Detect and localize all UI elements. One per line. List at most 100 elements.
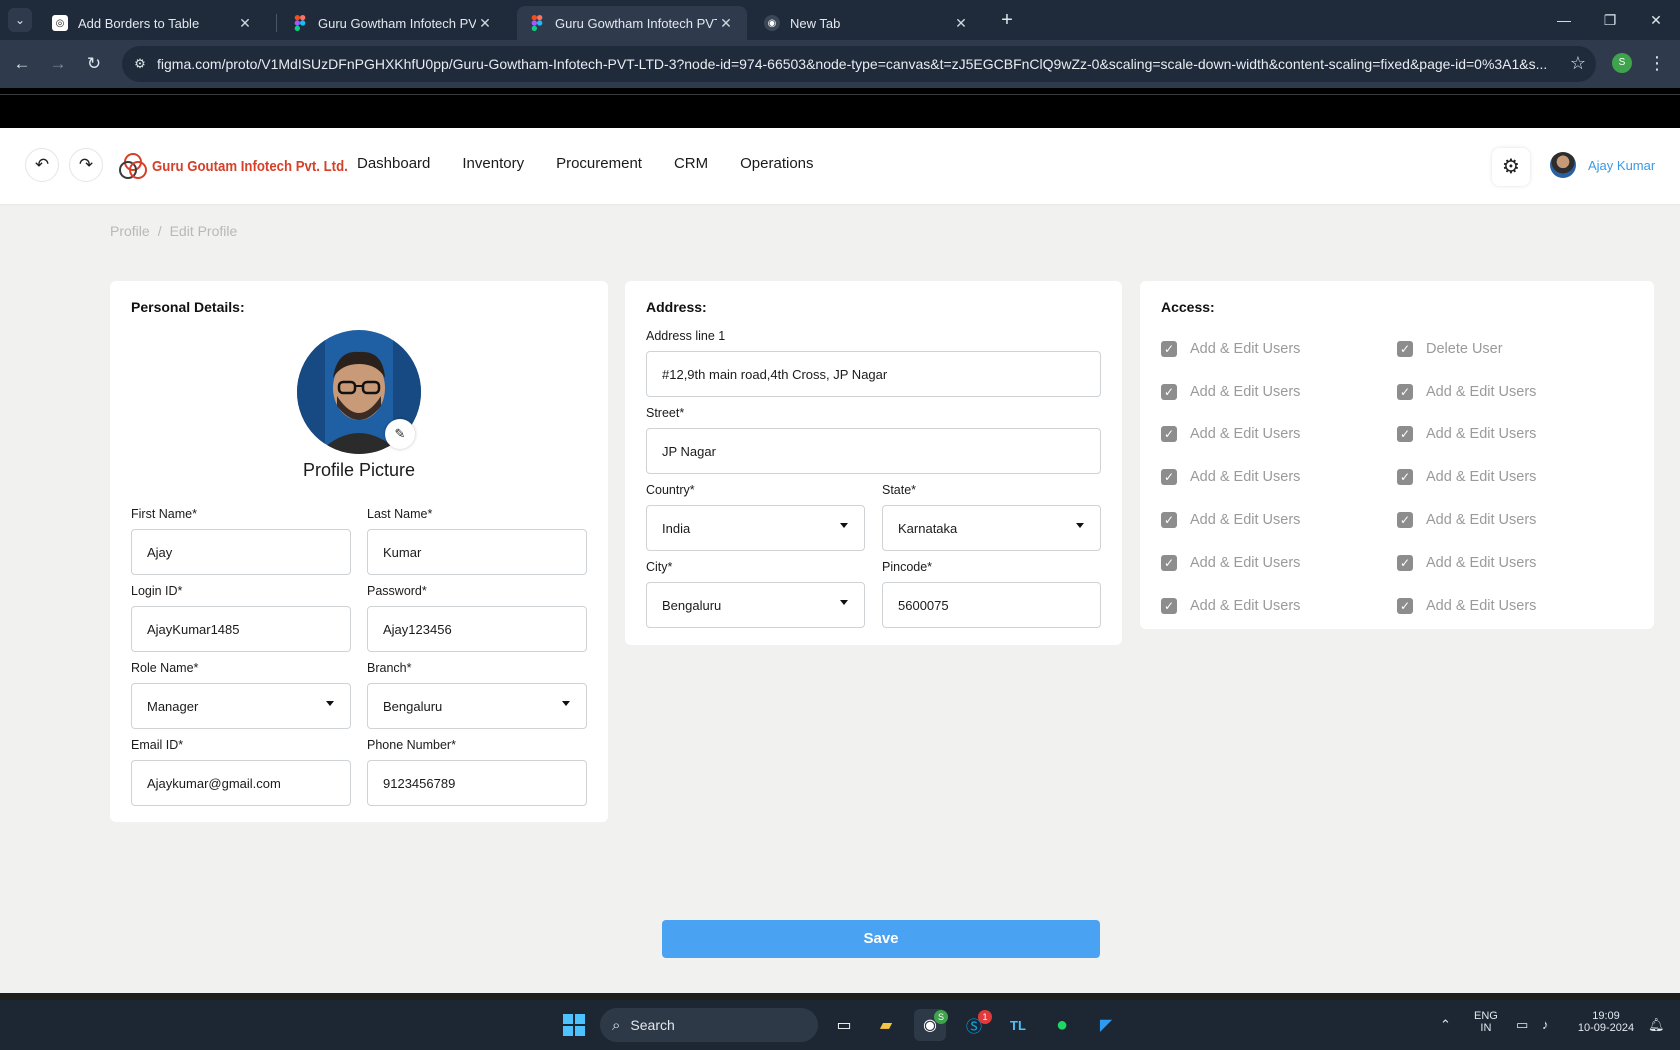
- close-tab-icon[interactable]: ✕: [236, 15, 254, 32]
- nav-inventory[interactable]: Inventory: [462, 155, 524, 172]
- access-checkbox-right-2[interactable]: ✓ Add & Edit Users: [1397, 384, 1536, 400]
- checkbox-checked-icon[interactable]: ✓: [1161, 598, 1177, 614]
- restore-icon[interactable]: ❐: [1590, 8, 1630, 32]
- password-value: Ajay123456: [383, 621, 452, 637]
- address-line1-value: #12,9th main road,4th Cross, JP Nagar: [662, 366, 888, 382]
- app-canvas: ↶ ↷ Guru Goutam Infotech Pvt. Ltd. Dashb…: [0, 128, 1680, 993]
- access-checkbox-right-1[interactable]: ✓ Delete User: [1397, 341, 1503, 357]
- access-checkbox-right-3[interactable]: ✓ Add & Edit Users: [1397, 426, 1536, 442]
- phone-input[interactable]: 9123456789: [367, 760, 587, 806]
- city-label: City*: [646, 560, 673, 574]
- login-id-label: Login ID*: [131, 584, 183, 598]
- checkbox-checked-icon[interactable]: ✓: [1397, 426, 1413, 442]
- vscode-icon[interactable]: ◤: [1090, 1009, 1122, 1041]
- windows-start-icon[interactable]: [558, 1009, 590, 1041]
- access-checkbox-right-5[interactable]: ✓ Add & Edit Users: [1397, 512, 1536, 528]
- volume-icon[interactable]: ♪: [1542, 1017, 1549, 1032]
- new-tab-plus-icon[interactable]: +: [996, 10, 1018, 32]
- access-checkbox-right-6[interactable]: ✓ Add & Edit Users: [1397, 555, 1536, 571]
- task-view-icon[interactable]: ▭: [828, 1009, 860, 1041]
- checkbox-checked-icon[interactable]: ✓: [1397, 384, 1413, 400]
- spotify-icon[interactable]: ●: [1046, 1009, 1078, 1041]
- street-input[interactable]: JP Nagar: [646, 428, 1101, 474]
- checkbox-checked-icon[interactable]: ✓: [1397, 469, 1413, 485]
- network-icon[interactable]: ▭: [1516, 1017, 1528, 1033]
- notification-bell-icon[interactable]: 🔔︎: [1648, 1017, 1665, 1033]
- nav-crm[interactable]: CRM: [674, 155, 708, 172]
- access-checkbox-left-3[interactable]: ✓ Add & Edit Users: [1161, 426, 1300, 442]
- address-line1-input[interactable]: #12,9th main road,4th Cross, JP Nagar: [646, 351, 1101, 397]
- checkbox-checked-icon[interactable]: ✓: [1397, 598, 1413, 614]
- nav-dashboard[interactable]: Dashboard: [357, 155, 430, 172]
- city-select[interactable]: Bengaluru: [646, 582, 865, 628]
- close-tab-icon[interactable]: ✕: [952, 15, 970, 32]
- access-checkbox-left-7[interactable]: ✓ Add & Edit Users: [1161, 598, 1300, 614]
- company-logo[interactable]: Guru Goutam Infotech Pvt. Ltd.: [118, 150, 375, 182]
- browser-tab-1[interactable]: ◎ Add Borders to Table ✕: [40, 6, 266, 40]
- checkbox-checked-icon[interactable]: ✓: [1397, 512, 1413, 528]
- checkbox-checked-icon[interactable]: ✓: [1161, 426, 1177, 442]
- access-checkbox-left-5[interactable]: ✓ Add & Edit Users: [1161, 512, 1300, 528]
- country-select[interactable]: India: [646, 505, 865, 551]
- user-avatar[interactable]: [1550, 152, 1576, 178]
- browser-tab-2[interactable]: Guru Gowtham Infotech PVT LTD ✕: [280, 6, 506, 40]
- url-text[interactable]: figma.com/proto/V1MdISUzDFnPGHXKhfU0pp/G…: [157, 56, 1557, 72]
- nav-operations[interactable]: Operations: [740, 155, 813, 172]
- browser-tab-3-active[interactable]: Guru Gowtham Infotech PVT LTD ✕: [517, 6, 747, 40]
- access-checkbox-left-1[interactable]: ✓ Add & Edit Users: [1161, 341, 1300, 357]
- settings-gear-icon[interactable]: ⚙: [1492, 148, 1530, 186]
- breadcrumb-profile[interactable]: Profile: [110, 223, 150, 239]
- address-bar[interactable]: ⚙ figma.com/proto/V1MdISUzDFnPGHXKhfU0pp…: [122, 46, 1596, 82]
- close-window-icon[interactable]: ✕: [1636, 8, 1676, 32]
- access-label: Add & Edit Users: [1190, 469, 1301, 485]
- forward-arrow-icon[interactable]: →: [46, 52, 70, 76]
- pincode-input[interactable]: 5600075: [882, 582, 1101, 628]
- country-label: Country*: [646, 483, 695, 497]
- reload-icon[interactable]: ↻: [82, 52, 106, 76]
- close-tab-icon[interactable]: ✕: [476, 15, 494, 32]
- checkbox-checked-icon[interactable]: ✓: [1161, 384, 1177, 400]
- site-settings-icon[interactable]: ⚙: [130, 54, 150, 74]
- undo-icon[interactable]: ↶: [25, 148, 59, 182]
- checkbox-checked-icon[interactable]: ✓: [1397, 555, 1413, 571]
- browser-menu-icon[interactable]: ⋮: [1648, 52, 1666, 74]
- login-id-input[interactable]: AjayKumar1485: [131, 606, 351, 652]
- file-explorer-icon[interactable]: ▰: [870, 1009, 902, 1041]
- state-select[interactable]: Karnataka: [882, 505, 1101, 551]
- access-label: Add & Edit Users: [1190, 341, 1301, 357]
- checkbox-checked-icon[interactable]: ✓: [1161, 555, 1177, 571]
- checkbox-checked-icon[interactable]: ✓: [1397, 341, 1413, 357]
- save-button[interactable]: Save: [662, 920, 1100, 958]
- edit-pencil-icon[interactable]: ✎: [385, 419, 415, 449]
- access-checkbox-left-4[interactable]: ✓ Add & Edit Users: [1161, 469, 1300, 485]
- clock[interactable]: 19:09 10-09-2024: [1572, 1010, 1640, 1034]
- access-checkbox-left-2[interactable]: ✓ Add & Edit Users: [1161, 384, 1300, 400]
- access-checkbox-right-4[interactable]: ✓ Add & Edit Users: [1397, 469, 1536, 485]
- tray-overflow-chevron-icon[interactable]: ⌃: [1440, 1017, 1451, 1033]
- password-input[interactable]: Ajay123456: [367, 606, 587, 652]
- taskbar-search[interactable]: ⌕ Search: [600, 1008, 818, 1042]
- email-input[interactable]: Ajaykumar@gmail.com: [131, 760, 351, 806]
- dropdown-caret-icon: [562, 701, 570, 706]
- role-name-select[interactable]: Manager: [131, 683, 351, 729]
- access-checkbox-left-6[interactable]: ✓ Add & Edit Users: [1161, 555, 1300, 571]
- tab-list-chevron-icon[interactable]: ⌄: [8, 8, 32, 32]
- redo-icon[interactable]: ↷: [69, 148, 103, 182]
- browser-tab-4[interactable]: ◉ New Tab ✕: [752, 6, 982, 40]
- checkbox-checked-icon[interactable]: ✓: [1161, 341, 1177, 357]
- tl-app-icon[interactable]: TL: [1002, 1009, 1034, 1041]
- access-checkbox-right-7[interactable]: ✓ Add & Edit Users: [1397, 598, 1536, 614]
- nav-procurement[interactable]: Procurement: [556, 155, 642, 172]
- close-tab-icon[interactable]: ✕: [717, 15, 735, 32]
- first-name-input[interactable]: Ajay: [131, 529, 351, 575]
- user-name-link[interactable]: Ajay Kumar: [1588, 158, 1655, 173]
- back-arrow-icon[interactable]: ←: [10, 52, 34, 76]
- bookmark-star-icon[interactable]: ☆: [1570, 53, 1586, 74]
- language-indicator[interactable]: ENG IN: [1474, 1010, 1498, 1034]
- checkbox-checked-icon[interactable]: ✓: [1161, 512, 1177, 528]
- minimize-icon[interactable]: —: [1544, 8, 1584, 32]
- browser-profile-avatar[interactable]: S: [1612, 53, 1632, 73]
- checkbox-checked-icon[interactable]: ✓: [1161, 469, 1177, 485]
- last-name-input[interactable]: Kumar: [367, 529, 587, 575]
- branch-select[interactable]: Bengaluru: [367, 683, 587, 729]
